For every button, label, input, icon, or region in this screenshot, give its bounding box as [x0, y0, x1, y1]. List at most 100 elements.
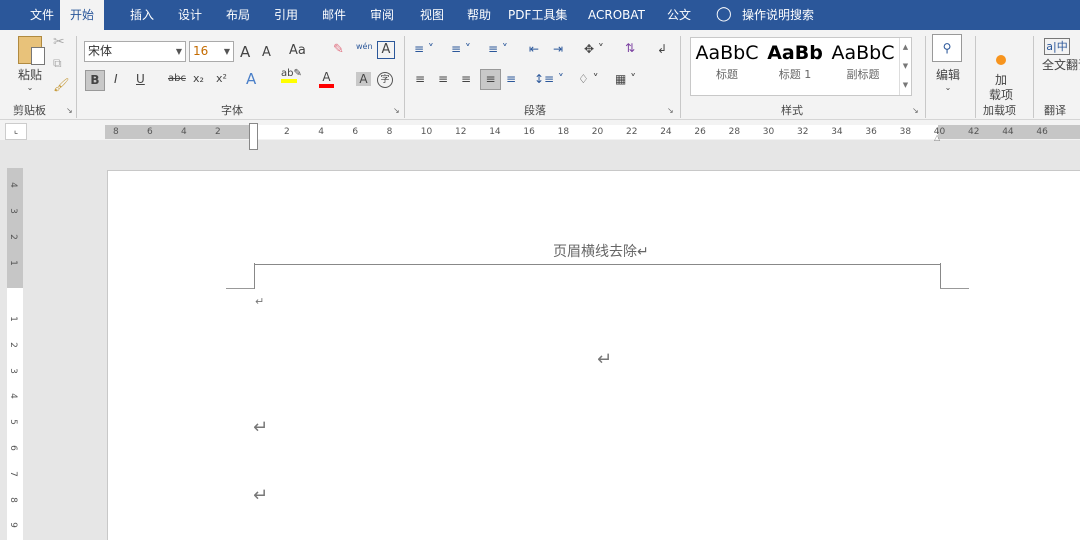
- ruler-label: 16: [523, 127, 535, 137]
- phonetic-guide-button[interactable]: wén: [356, 42, 373, 51]
- lightbulb-icon[interactable]: ◯: [716, 6, 732, 22]
- text-effects-button[interactable]: A: [246, 70, 256, 88]
- grow-font-button[interactable]: A: [240, 43, 250, 61]
- horizontal-ruler[interactable]: ⌞ 8 6 4 2 2 4 6 8 10 12 14 16 18 20 22 24 26 28 30 32 34 36 38…: [0, 120, 1080, 150]
- tab-0[interactable]: 文件: [20, 0, 64, 30]
- highlight-color-bar: [281, 79, 297, 83]
- style-title[interactable]: AaBbC 标题: [693, 42, 761, 82]
- decrease-indent-icon[interactable]: ⇤: [529, 42, 539, 56]
- dialog-launcher-icon[interactable]: ↘: [667, 106, 674, 115]
- ruler-label: 2: [7, 234, 18, 240]
- copy-icon[interactable]: ⧉: [53, 56, 62, 71]
- tab-4[interactable]: 布局: [216, 0, 260, 30]
- bullets-icon[interactable]: ≡ ˅: [414, 42, 434, 56]
- change-case-button[interactable]: Aa: [289, 43, 306, 58]
- style-heading-1[interactable]: AaBb 标题 1: [761, 42, 829, 82]
- underline-button[interactable]: U: [136, 72, 145, 86]
- indent-marker[interactable]: [249, 123, 258, 150]
- tab-2[interactable]: 插入: [120, 0, 164, 30]
- show-marks-icon[interactable]: ↲: [657, 42, 667, 56]
- superscript-button[interactable]: x²: [216, 72, 227, 85]
- paste-button[interactable]: 粘贴 ⌄: [12, 36, 48, 92]
- addins-button[interactable]: 加 载项: [984, 40, 1018, 103]
- editing-button[interactable]: ⚲ 编辑 ⌄: [932, 34, 964, 92]
- tab-8[interactable]: 视图: [410, 0, 454, 30]
- crop-mark: [226, 288, 254, 289]
- clear-formatting-icon[interactable]: ✎: [333, 42, 344, 57]
- tab-selector[interactable]: ⌞: [5, 123, 27, 140]
- numbering-icon[interactable]: ≡ ˅: [451, 42, 471, 56]
- chinese-layout-icon[interactable]: ✥ ˅: [584, 42, 604, 56]
- tab-12[interactable]: 公文: [657, 0, 701, 30]
- right-indent-marker[interactable]: △: [934, 133, 940, 142]
- enclose-characters-button[interactable]: 字: [377, 72, 393, 88]
- dialog-launcher-icon[interactable]: ↘: [393, 106, 400, 115]
- ruler-label: 28: [728, 127, 741, 137]
- justify-icon[interactable]: ≡: [480, 69, 501, 90]
- dialog-launcher-icon[interactable]: ↘: [912, 106, 919, 115]
- character-border-button[interactable]: A: [377, 41, 395, 59]
- header-line: [254, 264, 940, 265]
- tab-10[interactable]: PDF工具集: [498, 0, 577, 30]
- line-spacing-icon[interactable]: ↕≡ ˅: [534, 72, 564, 86]
- vertical-ruler[interactable]: 4 3 2 1 1 2 3 4 5 6 7 8 9: [7, 168, 23, 540]
- shading-icon[interactable]: ♢ ˅: [578, 72, 599, 86]
- ruler-label: 12: [455, 127, 467, 137]
- ruler-label: 6: [147, 127, 153, 137]
- font-size-select[interactable]: 16 ▼: [189, 41, 234, 62]
- format-painter-icon[interactable]: 🖌: [53, 78, 70, 93]
- tab-5[interactable]: 引用: [264, 0, 308, 30]
- tab-7[interactable]: 审阅: [360, 0, 404, 30]
- tab-11[interactable]: ACROBAT: [578, 0, 655, 30]
- strikethrough-button[interactable]: abc: [168, 73, 186, 84]
- highlight-button[interactable]: ab✎: [281, 68, 302, 83]
- subscript-button[interactable]: x₂: [193, 72, 204, 85]
- italic-button[interactable]: I: [114, 72, 118, 86]
- character-shading-button[interactable]: A: [356, 72, 371, 86]
- borders-icon[interactable]: ▦ ˅: [615, 72, 636, 86]
- font-name-select[interactable]: 宋体 ▼: [84, 41, 186, 62]
- tab-6[interactable]: 邮件: [312, 0, 356, 30]
- ruler-label: 4: [181, 127, 187, 137]
- gallery-scrollbar[interactable]: ▲ ▼ ▼: [899, 38, 911, 95]
- highlighter-icon: ab✎: [281, 68, 302, 79]
- increase-indent-icon[interactable]: ⇥: [553, 42, 563, 56]
- ruler-label: 42: [968, 127, 980, 137]
- shrink-font-button[interactable]: A: [262, 45, 271, 60]
- cut-icon[interactable]: ✂: [53, 34, 65, 50]
- paragraph-group-label: 段落: [524, 104, 546, 117]
- header-text[interactable]: 页眉横线去除↵: [553, 241, 649, 261]
- ruler-label: 24: [660, 127, 672, 137]
- ruler-label: 4: [318, 127, 324, 137]
- paragraph-mark: ↵: [253, 485, 269, 506]
- ruler-label: 5: [7, 419, 18, 426]
- ruler-label: 9: [7, 522, 18, 529]
- ruler-label: 14: [489, 127, 501, 137]
- ruler-label: 36: [865, 127, 877, 137]
- font-color-bar: [319, 84, 334, 88]
- full-translate-button[interactable]: a|中全文翻译: [1042, 38, 1080, 73]
- ruler-label: 3: [7, 367, 18, 374]
- document-page[interactable]: 页眉横线去除↵ ↵ ↵ ↵ ↵: [107, 170, 1080, 540]
- tab-9[interactable]: 帮助: [457, 0, 501, 30]
- tell-me-search[interactable]: 操作说明搜索: [732, 0, 824, 30]
- addins-group-label: 加载项: [983, 104, 1016, 117]
- sort-icon[interactable]: ⇅: [625, 41, 635, 55]
- style-subtitle[interactable]: AaBbC 副标题: [829, 42, 897, 82]
- distributed-icon[interactable]: ≡: [506, 72, 516, 86]
- clipboard-group-label: 剪贴板: [13, 104, 46, 117]
- font-color-button[interactable]: A: [319, 70, 334, 88]
- tab-1[interactable]: 开始: [60, 0, 105, 30]
- align-center-icon[interactable]: ≡: [438, 72, 448, 86]
- align-right-icon[interactable]: ≡: [461, 72, 471, 86]
- ruler-label: 44: [1002, 127, 1014, 137]
- ruler-label: 8: [113, 127, 119, 137]
- ruler-label: 1: [7, 316, 18, 322]
- bold-button[interactable]: B: [85, 70, 105, 91]
- tab-3[interactable]: 设计: [168, 0, 212, 30]
- multilevel-list-icon[interactable]: ≡ ˅: [488, 42, 508, 56]
- font-group-label: 字体: [221, 104, 243, 117]
- align-left-icon[interactable]: ≡: [415, 72, 425, 86]
- ruler-label: 7: [7, 470, 18, 477]
- dialog-launcher-icon[interactable]: ↘: [66, 106, 73, 115]
